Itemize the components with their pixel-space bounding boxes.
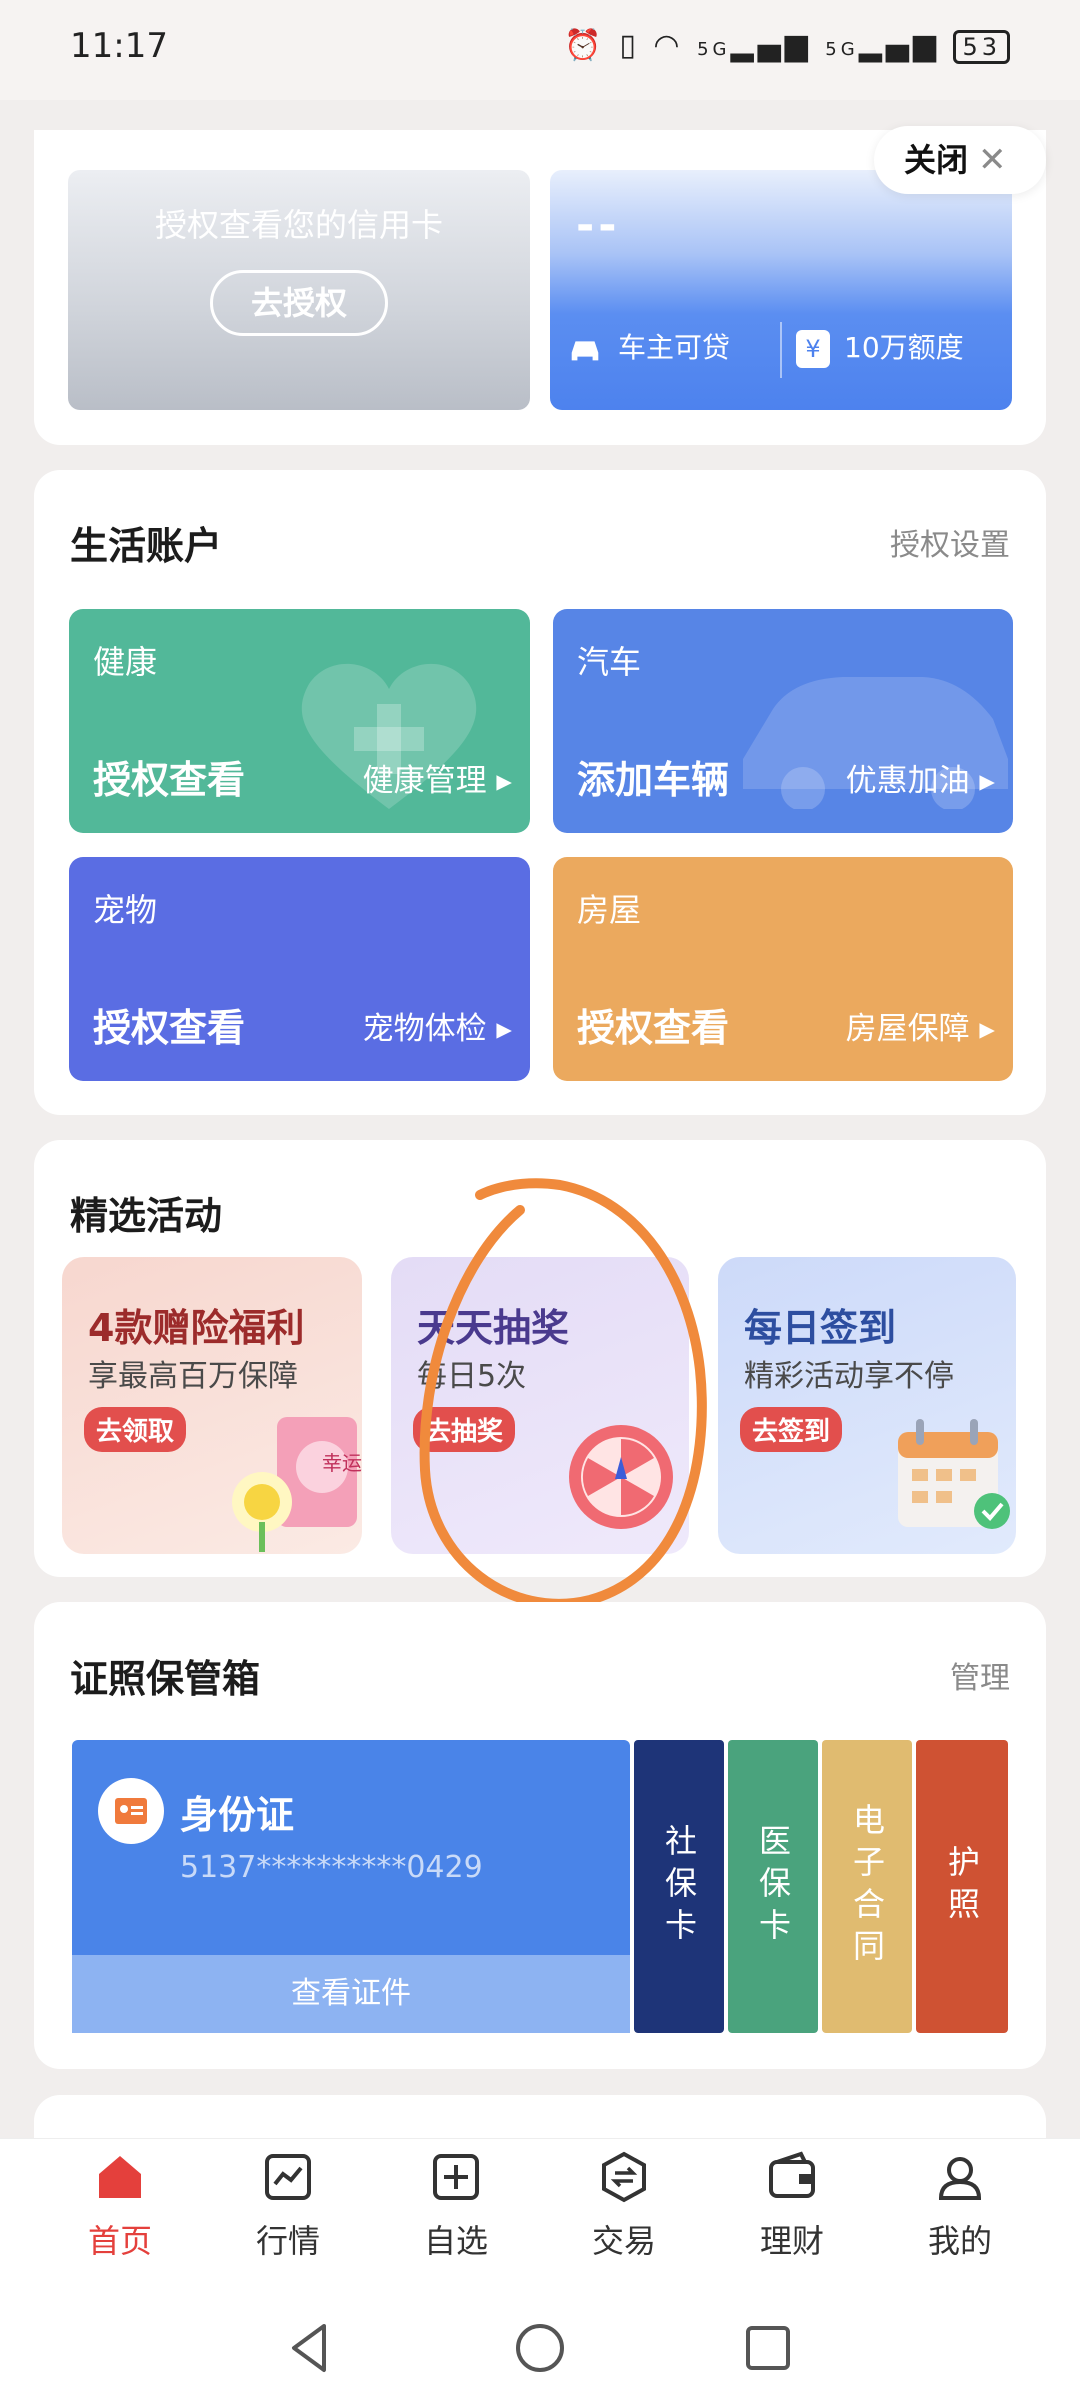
pet-link[interactable]: 宠物体检 ▸ [363,1003,512,1048]
nav-label: 我的 [927,2222,992,2260]
health-label: 健康 [93,643,158,681]
close-icon: ✕ [978,140,1007,180]
social-security-card-tab[interactable]: 社保卡 [634,1740,724,2033]
nav-label: 交易 [591,2222,656,2260]
authorize-button[interactable]: 去授权 [210,270,388,336]
nav-wealth[interactable]: 理财 [702,2150,882,2262]
car-tile[interactable]: 汽车 添加车辆 优惠加油 ▸ [553,609,1013,833]
nav-market[interactable]: 行情 [198,2150,378,2262]
authorization-settings-link[interactable]: 授权设置 [890,520,1010,564]
credit-limit-label: 10万额度 [844,331,964,364]
calendar-icon [898,1419,1010,1529]
nav-label: 首页 [87,2222,152,2260]
loan-value: -- [576,200,621,251]
life-account-title: 生活账户 [70,524,223,568]
car-link[interactable]: 优惠加油 ▸ [846,755,995,800]
car-label: 汽车 [577,643,642,681]
nav-watchlist[interactable]: 自选 [366,2150,546,2262]
signal-bars-icon-2: ▂▄▆ [858,28,940,63]
exchange-icon [602,2151,646,2203]
activity-subtitle: 享最高百万保障 [88,1359,298,1394]
vibrate-icon: ▯ [619,28,640,63]
highlight-annotation [419,1178,707,1609]
activities-title: 精选活动 [70,1194,223,1238]
id-card-number: 5137**********0429 [180,1850,483,1885]
view-certificate-button[interactable]: 查看证件 [72,1955,630,2033]
pet-main: 授权查看 [93,1006,246,1050]
house-label: 房屋 [577,891,642,929]
car-owner-loan-label: 车主可贷 [618,331,731,364]
e-contract-tab[interactable]: 电子合同 [822,1740,912,2033]
home-icon [99,2156,141,2198]
nav-home[interactable]: 首页 [30,2150,210,2262]
house-main: 授权查看 [577,1006,730,1050]
credit-card-prompt: 授权查看您的信用卡 [154,206,443,244]
wifi-icon: ◠ [653,28,684,63]
yuan-icon: ¥ [796,330,830,368]
close-button[interactable]: 关闭 ✕ [874,126,1046,194]
id-card-icon [98,1778,164,1844]
activity-title: 4款赠险福利 [88,1306,305,1350]
house-link[interactable]: 房屋保障 ▸ [846,1003,995,1048]
plus-square-icon [433,2154,479,2200]
medical-insurance-card-tab[interactable]: 医保卡 [728,1740,818,2033]
health-main: 授权查看 [93,758,246,802]
system-nav-bar [0,2300,1080,2400]
car-main: 添加车辆 [577,758,730,802]
close-label: 关闭 [904,141,969,179]
nav-trade[interactable]: 交易 [534,2150,714,2262]
recents-icon[interactable] [738,2318,798,2378]
car-icon [571,341,599,361]
wallet-icon [769,2151,815,2198]
status-time: 11:17 [70,26,168,66]
alarm-icon: ⏰ [564,28,606,63]
nav-label: 理财 [759,2222,824,2260]
insurance-gift-activity[interactable]: 4款赠险福利 享最高百万保障 去领取 幸运 [62,1257,362,1554]
signal-bars-icon: ▂▄▆ [730,28,812,63]
signal-icon: 5G [697,39,731,60]
loan-divider [780,322,782,378]
passport-tab[interactable]: 护照 [916,1740,1008,2033]
health-link[interactable]: 健康管理 ▸ [363,755,512,800]
claim-button[interactable]: 去领取 [84,1407,187,1452]
certificates-title: 证照保管箱 [70,1657,261,1701]
user-icon [938,2157,982,2200]
chart-icon [265,2154,311,2200]
nav-label: 自选 [423,2222,488,2260]
id-card-name: 身份证 [180,1793,295,1837]
health-tile[interactable]: 健康 授权查看 健康管理 ▸ [69,609,530,833]
lucky-flower-icon [232,1417,357,1552]
home-circle-icon[interactable] [510,2318,570,2378]
nav-mine[interactable]: 我的 [870,2150,1050,2262]
activity-title: 每日签到 [744,1306,897,1350]
pet-label: 宠物 [93,891,158,929]
house-tile[interactable]: 房屋 授权查看 房屋保障 ▸ [553,857,1013,1081]
pet-tile[interactable]: 宠物 授权查看 宠物体检 ▸ [69,857,530,1081]
manage-link[interactable]: 管理 [950,1653,1010,1697]
activity-subtitle: 精彩活动享不停 [744,1359,954,1394]
checkin-button[interactable]: 去签到 [740,1407,843,1452]
nav-label: 行情 [255,2222,320,2260]
status-icons: ⏰ ▯ ◠ 5G▂▄▆ 5G▂▄▆ 53 [564,28,1010,64]
credit-limit[interactable]: ¥10万额度 [796,326,964,368]
daily-checkin-activity[interactable]: 每日签到 精彩活动享不停 去签到 [718,1257,1016,1554]
back-icon[interactable] [280,2318,340,2378]
car-owner-loan[interactable]: 车主可贷 [566,326,730,368]
battery-icon: 53 [953,30,1010,64]
lucky-sticker: 幸运 [322,1451,362,1475]
signal-icon-2: 5G [825,39,859,60]
